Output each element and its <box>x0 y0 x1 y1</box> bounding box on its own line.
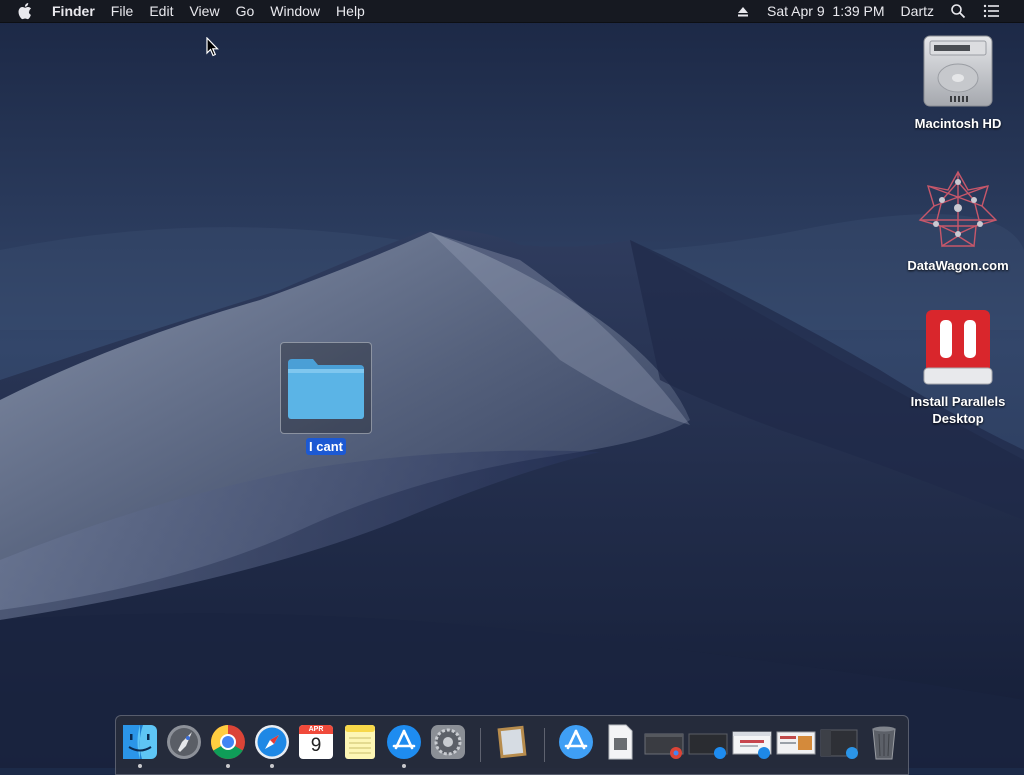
applications-folder-icon[interactable] <box>556 722 596 762</box>
menu-bar: Finder File Edit View Go Window Help Sat… <box>0 0 1024 23</box>
trash-icon[interactable] <box>864 722 904 762</box>
folder-icon <box>288 359 364 419</box>
hard-drive-icon <box>923 35 993 107</box>
mouse-cursor-icon <box>206 37 219 57</box>
running-indicator <box>402 764 406 768</box>
dock: APR 9 <box>115 715 909 775</box>
app-store-window-thumbnail[interactable] <box>688 722 728 762</box>
menu-app-name[interactable]: Finder <box>34 0 103 22</box>
menu-go[interactable]: Go <box>228 0 263 22</box>
preview-window-thumbnail[interactable] <box>776 722 816 762</box>
menu-window[interactable]: Window <box>262 0 328 22</box>
finder-icon[interactable] <box>120 722 160 762</box>
menu-edit[interactable]: Edit <box>141 0 181 22</box>
running-indicator <box>226 764 230 768</box>
safari-icon[interactable] <box>252 722 292 762</box>
calendar-month: APR <box>299 725 333 734</box>
desktop-icon-parallels-installer[interactable]: Install Parallels Desktop <box>898 306 1018 428</box>
eject-icon[interactable] <box>727 3 759 19</box>
running-indicator <box>270 764 274 768</box>
desktop-wallpaper <box>0 0 1024 768</box>
calendar-icon[interactable]: APR 9 <box>296 722 336 762</box>
parallels-installer-icon <box>923 310 993 385</box>
menu-help[interactable]: Help <box>328 0 373 22</box>
desktop-icon-label: Install Parallels Desktop <box>910 394 1006 426</box>
safari-window-thumbnail[interactable] <box>732 722 772 762</box>
app-store-icon[interactable] <box>384 722 424 762</box>
folder-label: I cant <box>306 438 346 455</box>
desktop-icon-label: Macintosh HD <box>914 116 1002 131</box>
chrome-window-thumbnail[interactable] <box>644 722 684 762</box>
menu-file[interactable]: File <box>103 0 142 22</box>
datawagon-app-icon <box>918 170 998 248</box>
running-indicator <box>138 764 142 768</box>
dock-separator <box>544 728 545 762</box>
chrome-icon[interactable] <box>208 722 248 762</box>
spotlight-search-icon[interactable] <box>942 3 974 19</box>
finder-window-thumbnail[interactable] <box>820 722 860 762</box>
calendar-day: 9 <box>310 735 322 756</box>
menu-view[interactable]: View <box>181 0 227 22</box>
desktop-icon-label: DataWagon.com <box>907 258 1009 273</box>
menu-user[interactable]: Dartz <box>893 0 942 22</box>
system-preferences-icon[interactable] <box>428 722 468 762</box>
notification-center-icon[interactable] <box>974 3 1006 19</box>
menu-clock[interactable]: Sat Apr 9 1:39 PM <box>759 0 893 22</box>
archive-utility-icon[interactable] <box>492 722 532 762</box>
apple-menu-icon[interactable] <box>18 2 34 20</box>
dock-separator <box>480 728 481 762</box>
desktop-icon-datawagon[interactable]: DataWagon.com <box>898 168 1018 275</box>
desktop-folder-i-cant[interactable] <box>280 342 372 434</box>
launchpad-icon[interactable] <box>164 722 204 762</box>
desktop-icon-macintosh-hd[interactable]: Macintosh HD <box>898 32 1018 133</box>
notes-icon[interactable] <box>340 722 380 762</box>
document-icon[interactable] <box>600 722 640 762</box>
